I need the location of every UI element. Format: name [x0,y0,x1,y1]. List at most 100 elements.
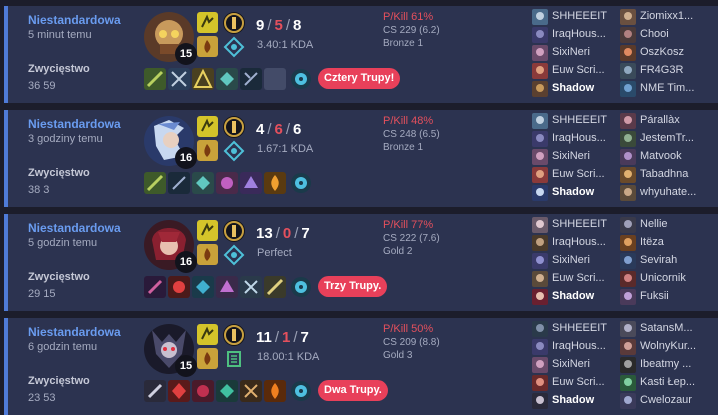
player-entry[interactable]: IraqHous... [532,26,618,44]
match-card[interactable]: Niestandardowa 3 godziny temu Zwycięstwo… [4,110,718,207]
item-icon[interactable] [168,68,190,90]
item-icon[interactable] [144,68,166,90]
item-icon[interactable] [168,380,190,402]
ignite-spell-icon[interactable] [197,36,218,57]
item-icon[interactable] [216,172,238,194]
keystone-rune-icon[interactable] [223,116,245,138]
player-entry[interactable]: SHHEEEIT [532,112,618,130]
player-entry[interactable]: Euw Scri... [532,166,618,184]
flash-spell-icon[interactable] [197,220,218,241]
ward-icon[interactable] [290,172,312,194]
secondary-rune-tree-icon[interactable] [223,244,245,266]
player-entry[interactable]: Tabadhna [620,166,706,184]
ignite-spell-icon[interactable] [197,348,218,369]
item-icon[interactable] [192,68,214,90]
player-name: Euw Scri... [552,168,605,180]
player-entry[interactable]: SixiNeri [532,356,618,374]
secondary-rune-tree-icon[interactable] [223,348,245,370]
item-icon[interactable] [192,276,214,298]
match-card[interactable]: Niestandardowa 5 godzin temu Zwycięstwo … [4,214,718,311]
player-entry[interactable]: SHHEEEIT [532,216,618,234]
player-entry[interactable]: FR4G3R [620,62,706,80]
champion-level-badge: 16 [175,147,197,169]
player-entry[interactable]: SixiNeri [532,148,618,166]
player-entry[interactable]: Chooi [620,26,706,44]
item-icon[interactable] [216,380,238,402]
item-icon[interactable] [144,276,166,298]
player-entry[interactable]: IraqHous... [532,130,618,148]
ignite-spell-icon[interactable] [197,140,218,161]
player-entry[interactable]: whyuhate... [620,184,706,202]
player-entry[interactable]: Euw Scri... [532,374,618,392]
item-icon[interactable] [240,276,262,298]
flash-spell-icon[interactable] [197,324,218,345]
player-entry[interactable]: SatansM... [620,320,706,338]
deaths-count: 5 [274,17,283,34]
player-entry[interactable]: Matvook [620,148,706,166]
match-duration: 23 53 [28,392,56,404]
item-icon[interactable] [216,276,238,298]
kills-count: 4 [256,121,265,138]
item-icon[interactable] [240,172,262,194]
kda-ratio: 18.00:1 KDA [257,351,320,363]
player-entry[interactable]: Shadow [532,392,618,410]
keystone-rune-icon[interactable] [223,12,245,34]
champion-avatar-icon [620,393,636,409]
player-entry[interactable]: IraqHous... [532,234,618,252]
item-icon[interactable] [144,380,166,402]
item-icon[interactable] [240,68,262,90]
secondary-rune-tree-icon[interactable] [223,36,245,58]
player-entry[interactable]: Kasti Łep... [620,374,706,392]
item-icon[interactable] [192,172,214,194]
match-card[interactable]: Niestandardowa 6 godzin temu Zwycięstwo … [4,318,718,415]
keystone-rune-icon[interactable] [223,220,245,242]
player-entry[interactable]: JestemTr... [620,130,706,148]
item-icon[interactable] [264,380,286,402]
player-name: FR4G3R [640,64,684,76]
ward-icon[interactable] [290,380,312,402]
item-icon[interactable] [240,380,262,402]
item-icon[interactable] [216,68,238,90]
secondary-rune-tree-icon[interactable] [223,140,245,162]
player-entry[interactable]: Fuksii [620,288,706,306]
player-entry[interactable]: Cwelozaur [620,392,706,410]
player-entry[interactable]: Shadow [532,288,618,306]
item-icon[interactable] [264,276,286,298]
player-entry[interactable]: SHHEEEIT [532,8,618,26]
player-entry[interactable]: Shadow [532,184,618,202]
player-entry[interactable]: WolnyKur... [620,338,706,356]
flash-spell-icon[interactable] [197,12,218,33]
player-name: Euw Scri... [552,272,605,284]
keystone-rune-icon[interactable] [223,324,245,346]
player-entry[interactable]: Nellie [620,216,706,234]
player-entry[interactable]: OszKosz [620,44,706,62]
player-entry[interactable]: Euw Scri... [532,62,618,80]
player-entry[interactable]: Ziomixx1... [620,8,706,26]
player-entry[interactable]: SixiNeri [532,252,618,270]
item-icon[interactable] [192,380,214,402]
player-name: SatansM... [640,322,693,334]
player-entry[interactable]: SHHEEEIT [532,320,618,338]
ward-icon[interactable] [290,68,312,90]
player-entry[interactable]: Unicornik [620,270,706,288]
player-entry[interactable]: Párallàx [620,112,706,130]
player-entry[interactable]: Itёza [620,234,706,252]
item-icon[interactable] [144,172,166,194]
champion-avatar-icon [620,167,636,183]
player-entry[interactable]: Shadow [532,80,618,98]
player-entry[interactable]: Ibeatmy ... [620,356,706,374]
flash-spell-icon[interactable] [197,116,218,137]
player-name: Tabadhna [640,168,689,180]
item-icon[interactable] [168,172,190,194]
ward-icon[interactable] [290,276,312,298]
player-entry[interactable]: Euw Scri... [532,270,618,288]
item-icon[interactable] [264,172,286,194]
player-entry[interactable]: SixiNeri [532,44,618,62]
ignite-spell-icon[interactable] [197,244,218,265]
item-icon[interactable] [168,276,190,298]
player-name: Ibeatmy ... [640,358,692,370]
player-entry[interactable]: NME Tim... [620,80,706,98]
player-entry[interactable]: Sevirah [620,252,706,270]
match-card[interactable]: Niestandardowa 5 minut temu Zwycięstwo 3… [4,6,718,103]
player-entry[interactable]: IraqHous... [532,338,618,356]
